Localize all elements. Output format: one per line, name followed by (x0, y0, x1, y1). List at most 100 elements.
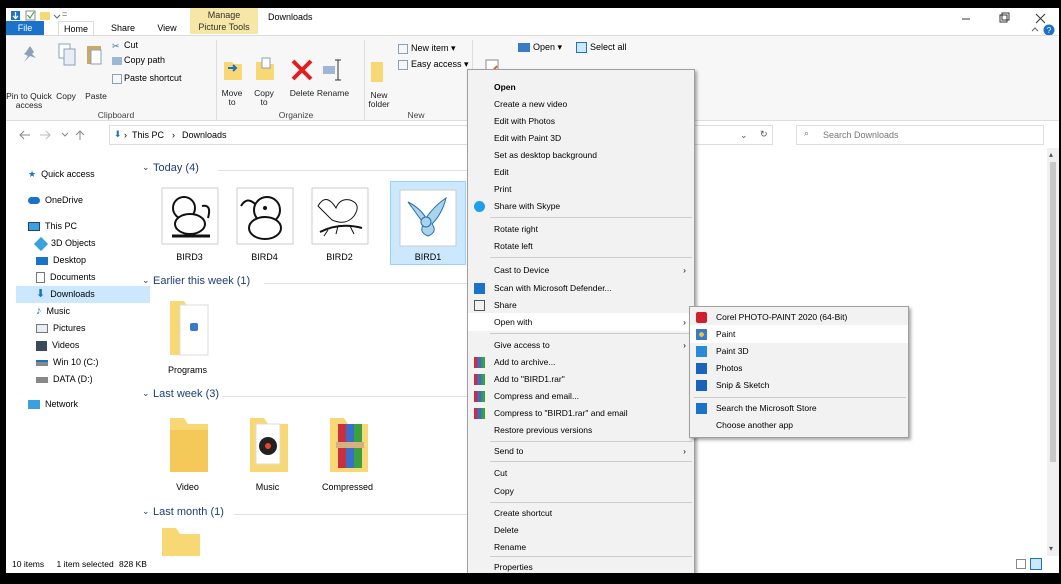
menu-item-open[interactable]: Open (468, 78, 694, 96)
collapse-group-icon[interactable]: ⌄ (142, 388, 150, 399)
menu-item-edit-photos[interactable]: Edit with Photos (468, 112, 694, 130)
collapse-group-icon[interactable]: ⌄ (142, 162, 150, 173)
sidebar-item-3d-objects[interactable]: 3D Objects (16, 235, 146, 252)
menu-item-compress-email[interactable]: Compress and email... (468, 387, 694, 405)
refresh-icon[interactable]: ↻ (760, 129, 768, 140)
menu-item-send-to[interactable]: Send to › (468, 442, 694, 460)
tab-share[interactable]: Share (106, 21, 140, 35)
pin-to-quick-access-button[interactable]: Pin to Quick access (6, 92, 52, 110)
open-with-choose-another-app[interactable]: Choose another app (690, 416, 908, 434)
rename-button[interactable]: Rename (316, 89, 350, 98)
breadcrumb-this-pc[interactable]: This PC (132, 130, 164, 140)
menu-item-share-skype[interactable]: Share with Skype (468, 197, 694, 215)
sidebar-item-desktop[interactable]: Desktop (16, 252, 146, 269)
menu-item-scan-defender[interactable]: Scan with Microsoft Defender... (468, 279, 694, 297)
copy-path-button[interactable]: Copy path (112, 53, 165, 67)
sidebar-item-documents[interactable]: Documents (16, 269, 146, 286)
sidebar-item-network[interactable]: Network (16, 396, 146, 413)
folder-item-programs[interactable]: Programs (150, 293, 225, 377)
menu-item-edit[interactable]: Edit (468, 163, 694, 181)
menu-item-cut[interactable]: Cut (468, 464, 694, 482)
large-icons-view-icon[interactable] (1030, 558, 1042, 570)
menu-item-create-shortcut[interactable]: Create shortcut (468, 504, 694, 522)
search-input[interactable]: Search Downloads (796, 125, 1044, 145)
address-dropdown-icon[interactable]: ⌄ (740, 130, 748, 141)
collapse-group-icon[interactable]: ⌄ (142, 506, 150, 517)
menu-item-open-with[interactable]: Open with › (468, 313, 694, 331)
move-to-button[interactable]: Move to (218, 89, 246, 107)
menu-item-rotate-left[interactable]: Rotate left (468, 237, 694, 255)
open-button[interactable]: Open ▾ (518, 40, 562, 54)
open-with-snip-sketch[interactable]: Snip & Sketch (690, 376, 908, 394)
sidebar-item-music[interactable]: ♪ Music (16, 303, 146, 320)
tab-home[interactable]: Home (58, 21, 94, 35)
file-item-bird4[interactable]: BIRD4 (227, 180, 302, 264)
group-header-today[interactable]: Today (4) (153, 162, 199, 174)
folder-item-video[interactable]: Video (150, 410, 225, 494)
sidebar-item-drive-c[interactable]: Win 10 (C:) (16, 354, 146, 371)
vertical-scrollbar[interactable]: ▴ ▾ (1047, 148, 1059, 556)
folder-icon[interactable] (162, 524, 202, 556)
new-item-button[interactable]: New item ▾ (398, 41, 456, 55)
menu-item-share[interactable]: Share (468, 296, 694, 314)
collapse-group-icon[interactable]: ⌄ (142, 275, 150, 286)
sidebar-item-videos[interactable]: Videos (16, 337, 146, 354)
easy-access-button[interactable]: Easy access ▾ (398, 57, 469, 71)
quick-access-toolbar-icons[interactable] (10, 10, 70, 21)
tab-file[interactable]: File (6, 21, 44, 35)
group-header-earlier-this-week[interactable]: Earlier this week (1) (153, 275, 250, 287)
menu-item-edit-paint-3d[interactable]: Edit with Paint 3D (468, 129, 694, 147)
menu-item-set-desktop-background[interactable]: Set as desktop background (468, 146, 694, 164)
cut-button[interactable]: ✂ Cut (112, 38, 138, 52)
submenu-arrow-icon: › (683, 340, 686, 350)
sidebar-item-quick-access[interactable]: ★ Quick access (16, 166, 146, 183)
open-with-paint-3d[interactable]: Paint 3D (690, 342, 908, 360)
menu-item-cast-to-device[interactable]: Cast to Device › (468, 261, 694, 279)
group-header-last-week[interactable]: Last week (3) (153, 388, 219, 400)
details-view-icon[interactable] (1016, 559, 1026, 569)
scrollbar-thumb[interactable] (1050, 162, 1056, 462)
sidebar-item-this-pc[interactable]: This PC (16, 218, 146, 235)
menu-item-rename[interactable]: Rename (468, 538, 694, 556)
delete-button[interactable]: Delete (286, 89, 318, 98)
tab-view[interactable]: View (152, 21, 182, 35)
group-header-last-month[interactable]: Last month (1) (153, 506, 224, 518)
open-with-photos[interactable]: Photos (690, 359, 908, 377)
sidebar-item-drive-d[interactable]: DATA (D:) (16, 371, 146, 388)
open-with-corel[interactable]: Corel PHOTO-PAINT 2020 (64-Bit) (690, 308, 908, 326)
scroll-down-icon[interactable]: ▾ (1049, 544, 1053, 553)
menu-item-print[interactable]: Print (468, 180, 694, 198)
new-folder-button[interactable]: New folder (364, 91, 394, 109)
select-all-button[interactable]: Select all (576, 40, 627, 54)
menu-item-compress-bird1-email[interactable]: Compress to "BIRD1.rar" and email (468, 404, 694, 422)
qat-customize[interactable]: = (62, 9, 67, 19)
file-item-bird2[interactable]: BIRD2 (302, 180, 377, 264)
menu-item-delete[interactable]: Delete (468, 521, 694, 539)
menu-item-give-access[interactable]: Give access to › (468, 336, 694, 354)
file-item-bird1-selected[interactable]: BIRD1 (390, 181, 466, 265)
manage-contextual-tab[interactable]: Manage Picture Tools (190, 8, 258, 34)
menu-item-add-to-archive[interactable]: Add to archive... (468, 353, 694, 371)
menu-item-add-to-bird1-rar[interactable]: Add to "BIRD1.rar" (468, 370, 694, 388)
folder-item-compressed[interactable]: Compressed (310, 410, 385, 494)
copy-button[interactable]: Copy (50, 92, 82, 101)
menu-item-copy[interactable]: Copy (468, 482, 694, 500)
open-with-microsoft-store[interactable]: Search the Microsoft Store (690, 399, 908, 417)
paste-button[interactable]: Paste (80, 92, 112, 101)
paste-shortcut-button[interactable]: Paste shortcut (112, 71, 182, 85)
menu-item-properties[interactable]: Properties (468, 558, 694, 573)
navigation-buttons[interactable] (18, 129, 104, 141)
menu-item-restore-previous-versions[interactable]: Restore previous versions (468, 421, 694, 439)
copy-to-button[interactable]: Copy to (250, 89, 278, 107)
menu-item-rotate-right[interactable]: Rotate right (468, 220, 694, 238)
menu-item-create-video[interactable]: Create a new video (468, 95, 694, 113)
sidebar-item-onedrive[interactable]: OneDrive (16, 192, 146, 209)
sidebar-item-pictures[interactable]: Pictures (16, 320, 146, 337)
breadcrumb-downloads[interactable]: Downloads (182, 130, 227, 140)
file-item-bird3[interactable]: BIRD3 (152, 180, 227, 264)
sidebar-item-downloads[interactable]: ⬇ Downloads (16, 286, 150, 303)
folder-item-music[interactable]: Music (230, 410, 305, 494)
open-with-paint[interactable]: Paint (690, 325, 908, 343)
scroll-up-icon[interactable]: ▴ (1049, 150, 1053, 159)
picture-tools-tab[interactable]: Picture Tools (190, 22, 258, 32)
